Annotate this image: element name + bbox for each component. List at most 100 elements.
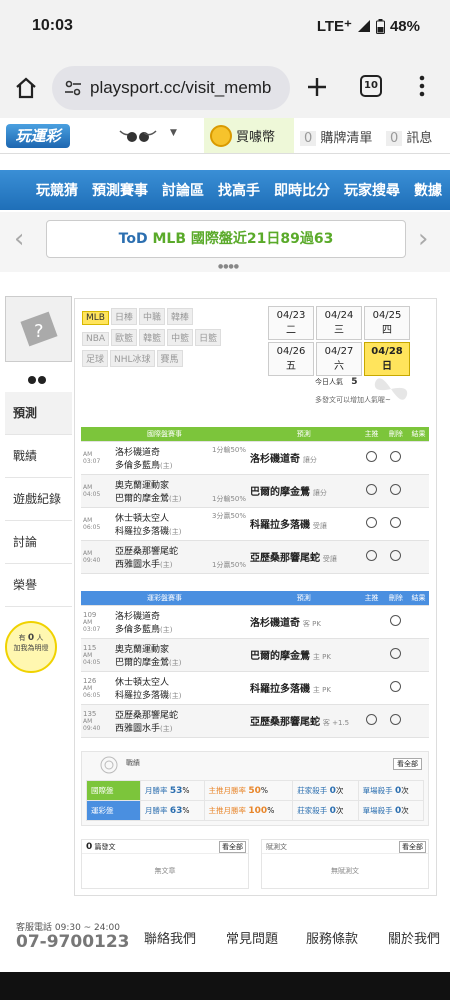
record-cell-value: 50 xyxy=(248,786,261,796)
delete-radio[interactable] xyxy=(390,647,402,659)
league-tag[interactable]: 韓籃 xyxy=(139,329,166,346)
delete-radio[interactable] xyxy=(390,614,402,626)
record-view-all[interactable]: 看全部 xyxy=(393,758,422,770)
league-tag[interactable]: 日棒 xyxy=(110,308,137,325)
user-avatar-menu[interactable]: ▼ xyxy=(118,127,177,143)
nav-item-0[interactable]: 玩競猜 xyxy=(36,180,78,200)
pick-cell: 巴爾的摩金鶯 讓分 xyxy=(248,474,360,508)
nav-item-1[interactable]: 預測賽事 xyxy=(92,180,148,200)
main-pick-radio[interactable] xyxy=(366,549,378,561)
record-cell-unit: % xyxy=(182,786,190,795)
date-option[interactable]: 04/23 二 xyxy=(268,306,314,340)
main-pick-radio[interactable] xyxy=(366,483,378,495)
league-tag[interactable]: 韓棒 xyxy=(167,308,194,325)
banner-prev-icon[interactable]: ‹ xyxy=(14,224,24,254)
messages-link[interactable]: 0 訊息 xyxy=(386,127,432,146)
pick-note: 客 +1.5 xyxy=(322,719,350,727)
delete-radio[interactable] xyxy=(390,516,402,528)
radio-cell xyxy=(359,638,384,672)
header-cell: 運彩盤賽事 xyxy=(81,591,249,606)
home-mark: (主) xyxy=(160,724,173,733)
record-title: 戰績 xyxy=(126,759,140,767)
footer-link-terms[interactable]: 服務條款 xyxy=(306,928,358,947)
game-wrap: 135 AM 09:40 亞歷桑那響尾蛇 西雅圖水手(主) xyxy=(83,708,246,734)
league-tag[interactable]: NBA xyxy=(82,332,110,346)
date-option[interactable]: 04/24 三 xyxy=(316,306,362,340)
nav-item-3[interactable]: 找高手 xyxy=(218,180,260,200)
gesture-bar xyxy=(0,972,450,1000)
league-tag[interactable]: 足球 xyxy=(82,350,109,367)
league-tag[interactable]: 歐籃 xyxy=(111,329,138,346)
cart-label: 購牌清單 xyxy=(320,131,373,146)
date-option[interactable]: 04/26 五 xyxy=(268,342,314,376)
banner-text-a: ToD xyxy=(118,231,153,247)
replies-view-all[interactable]: 看全部 xyxy=(399,841,426,853)
address-bar[interactable]: playsport.cc/visit_memb xyxy=(52,66,290,110)
footer-link-faq[interactable]: 常見問題 xyxy=(226,928,278,947)
sidebar-item-1[interactable]: 戰績 xyxy=(5,435,72,478)
league-tag[interactable]: 賽馬 xyxy=(156,350,183,367)
likes-prefix: 有 xyxy=(18,634,26,642)
delete-radio[interactable] xyxy=(390,450,402,462)
tw-table: 運彩盤賽事 預測 主推 刪除 結果 109 AM 03:07 洛杉磯道奇 多倫多藍鳥(主) 洛杉磯… xyxy=(81,591,429,738)
delete-radio[interactable] xyxy=(390,713,402,725)
msg-count: 0 xyxy=(386,131,403,146)
delete-radio[interactable] xyxy=(390,549,402,561)
delete-radio[interactable] xyxy=(390,483,402,495)
site-logo[interactable]: 玩運彩 xyxy=(6,124,70,148)
record-cell: 單場殺手 0次 xyxy=(357,800,425,821)
pick-cell: 洛杉磯道奇 客 PK xyxy=(248,605,360,639)
delete-radio[interactable] xyxy=(390,680,402,692)
more-menu-icon[interactable] xyxy=(418,74,426,98)
nav-item-2[interactable]: 討論區 xyxy=(162,180,204,200)
table-row: 126 AM 06:05 休士頓太空人 科羅拉多落磯(主) 科羅拉多落磯 主 PK xyxy=(81,671,429,705)
date-option[interactable]: 04/27 六 xyxy=(316,342,362,376)
footer-link-about[interactable]: 關於我們 xyxy=(388,928,440,947)
sidebar-item-3[interactable]: 討論 xyxy=(5,521,72,564)
nav-item-6[interactable]: 數據 xyxy=(414,180,442,200)
date-weekday: 六 xyxy=(334,361,344,372)
league-tag[interactable]: MLB xyxy=(82,311,109,325)
coin-button[interactable]: 買噱幣 xyxy=(204,118,294,153)
nav-item-4[interactable]: 即時比分 xyxy=(274,180,330,200)
footer-link-contact[interactable]: 聯絡我們 xyxy=(144,928,196,947)
record-cell-label: 單場殺手 xyxy=(362,786,393,795)
date-weekday: 五 xyxy=(286,361,296,372)
sidebar-item-4[interactable]: 榮譽 xyxy=(5,564,72,607)
record-box: 戰績 看全部 國際盤 月勝率 53% 主推月勝率 50% 莊家殺手 0次 單場殺手 0次… xyxy=(81,751,429,826)
cart-link[interactable]: 0 購牌清單 xyxy=(300,127,372,146)
banner-next-icon[interactable]: › xyxy=(418,224,428,254)
radio-cell xyxy=(383,671,409,705)
pick-note: 受讓 xyxy=(322,555,337,563)
nav-item-5[interactable]: 玩家搜尋 xyxy=(344,180,400,200)
team-away: 奧克蘭運動家 xyxy=(115,480,170,491)
record-cell-unit: % xyxy=(182,806,190,815)
game-time: AM 06:05 xyxy=(83,516,101,531)
phone-number[interactable]: 07-9700123 xyxy=(16,932,130,952)
radio-cell xyxy=(359,507,384,541)
banner-dots: ●●●● xyxy=(218,263,239,270)
league-tag[interactable]: 中籃 xyxy=(167,329,194,346)
main-pick-radio[interactable] xyxy=(366,516,378,528)
main-pick-radio[interactable] xyxy=(366,450,378,462)
date-option[interactable]: 04/25 四 xyxy=(364,306,410,340)
league-tag[interactable]: NHL冰球 xyxy=(110,350,155,367)
sidebar-item-0[interactable]: 預測 xyxy=(5,392,72,435)
game-number: 115 xyxy=(83,643,97,652)
sidebar-item-2[interactable]: 遊戲紀錄 xyxy=(5,478,72,521)
home-mark: (主) xyxy=(169,527,182,536)
posts-view-all[interactable]: 看全部 xyxy=(219,841,246,853)
new-tab-icon[interactable] xyxy=(306,76,328,98)
tab-switcher-button[interactable]: 10 xyxy=(360,75,382,97)
home-icon[interactable] xyxy=(14,76,38,100)
league-tag[interactable]: 日籃 xyxy=(195,329,222,346)
header-cell: 結果 xyxy=(408,591,429,606)
table-header: 運彩盤賽事 預測 主推 刪除 結果 xyxy=(81,591,429,606)
site-settings-icon[interactable] xyxy=(64,79,82,97)
league-tag[interactable]: 中職 xyxy=(138,308,165,325)
table-row: AM 04:05 奧克蘭運動家 巴爾的摩金鶯(主) 1分輸50% 巴爾的摩金鶯 讓分 xyxy=(81,474,429,508)
main-pick-radio[interactable] xyxy=(366,713,378,725)
game-time: AM 09:40 xyxy=(83,717,101,732)
banner-text-box[interactable]: ToD MLB 國際盤近21日89過63 xyxy=(46,220,406,258)
game-time: AM 04:05 xyxy=(83,651,101,666)
